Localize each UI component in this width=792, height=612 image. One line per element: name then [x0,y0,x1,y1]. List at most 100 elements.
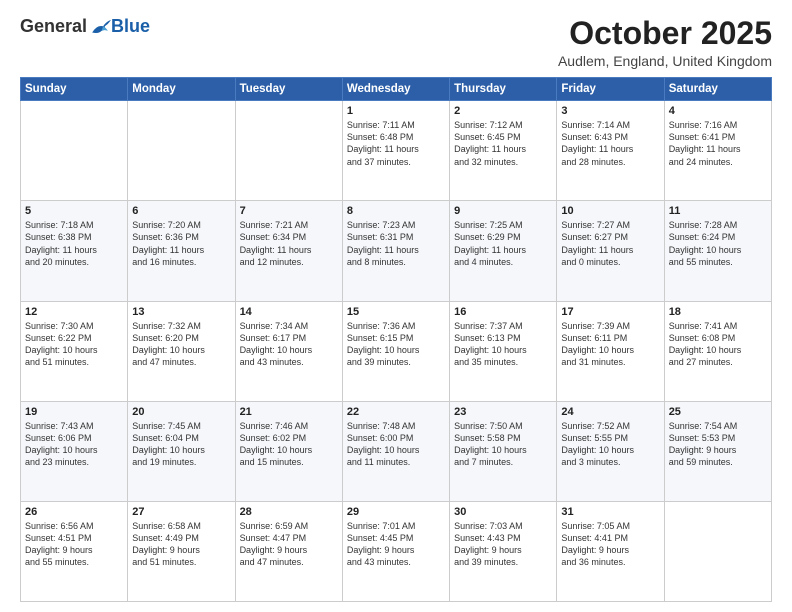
day-number: 21 [240,406,338,418]
cell-info: Sunrise: 7:20 AM Sunset: 6:36 PM Dayligh… [132,219,230,268]
calendar-cell: 16 Sunrise: 7:37 AM Sunset: 6:13 PM Dayli… [450,301,557,401]
day-number: 22 [347,406,445,418]
calendar-week-1: 1Sunrise: 7:11 AM Sunset: 6:48 PM Daylig… [21,101,772,201]
logo-general: General [20,16,87,37]
calendar-cell: 19 Sunrise: 7:43 AM Sunset: 6:06 PM Dayli… [21,401,128,501]
cell-info: Sunrise: 7:48 AM Sunset: 6:00 PM Dayligh… [347,420,445,469]
cell-info: Sunrise: 7:16 AM Sunset: 6:41 PM Dayligh… [669,119,767,168]
logo-blue: Blue [111,16,150,37]
day-number: 6 [132,205,230,217]
day-number: 28 [240,506,338,518]
location: Audlem, England, United Kingdom [558,53,772,69]
calendar-cell: 10Sunrise: 7:27 AM Sunset: 6:27 PM Dayli… [557,201,664,301]
col-header-sunday: Sunday [21,78,128,101]
calendar-cell: 5 Sunrise: 7:18 AM Sunset: 6:38 PM Daylig… [21,201,128,301]
calendar-cell: 18 Sunrise: 7:41 AM Sunset: 6:08 PM Dayli… [664,301,771,401]
calendar-cell [235,101,342,201]
cell-info: Sunrise: 7:37 AM Sunset: 6:13 PM Dayligh… [454,320,552,369]
cell-info: Sunrise: 7:41 AM Sunset: 6:08 PM Dayligh… [669,320,767,369]
day-number: 4 [669,105,767,117]
calendar-cell: 26 Sunrise: 6:56 AM Sunset: 4:51 PM Dayli… [21,501,128,601]
day-number: 8 [347,205,445,217]
cell-info: Sunrise: 7:12 AM Sunset: 6:45 PM Dayligh… [454,119,552,168]
day-number: 11 [669,205,767,217]
calendar-header-row: SundayMondayTuesdayWednesdayThursdayFrid… [21,78,772,101]
calendar-week-4: 19 Sunrise: 7:43 AM Sunset: 6:06 PM Dayli… [21,401,772,501]
day-number: 27 [132,506,230,518]
calendar-cell: 15 Sunrise: 7:36 AM Sunset: 6:15 PM Dayli… [342,301,449,401]
col-header-tuesday: Tuesday [235,78,342,101]
calendar-cell: 14 Sunrise: 7:34 AM Sunset: 6:17 PM Dayli… [235,301,342,401]
calendar-cell: 24Sunrise: 7:52 AM Sunset: 5:55 PM Dayli… [557,401,664,501]
calendar-cell: 20 Sunrise: 7:45 AM Sunset: 6:04 PM Dayli… [128,401,235,501]
day-number: 5 [25,205,123,217]
day-number: 31 [561,506,659,518]
col-header-friday: Friday [557,78,664,101]
calendar: SundayMondayTuesdayWednesdayThursdayFrid… [20,77,772,602]
col-header-monday: Monday [128,78,235,101]
day-number: 2 [454,105,552,117]
calendar-cell: 2 Sunrise: 7:12 AM Sunset: 6:45 PM Daylig… [450,101,557,201]
calendar-week-5: 26 Sunrise: 6:56 AM Sunset: 4:51 PM Dayli… [21,501,772,601]
month-title: October 2025 [558,16,772,51]
cell-info: Sunrise: 6:56 AM Sunset: 4:51 PM Dayligh… [25,520,123,569]
calendar-cell: 13 Sunrise: 7:32 AM Sunset: 6:20 PM Dayli… [128,301,235,401]
calendar-cell: 28 Sunrise: 6:59 AM Sunset: 4:47 PM Dayli… [235,501,342,601]
cell-info: Sunrise: 7:45 AM Sunset: 6:04 PM Dayligh… [132,420,230,469]
cell-info: Sunrise: 7:36 AM Sunset: 6:15 PM Dayligh… [347,320,445,369]
calendar-cell [664,501,771,601]
cell-info: Sunrise: 7:34 AM Sunset: 6:17 PM Dayligh… [240,320,338,369]
calendar-cell: 3Sunrise: 7:14 AM Sunset: 6:43 PM Daylig… [557,101,664,201]
calendar-cell: 31Sunrise: 7:05 AM Sunset: 4:41 PM Dayli… [557,501,664,601]
calendar-cell: 11Sunrise: 7:28 AM Sunset: 6:24 PM Dayli… [664,201,771,301]
calendar-cell: 30Sunrise: 7:03 AM Sunset: 4:43 PM Dayli… [450,501,557,601]
day-number: 14 [240,306,338,318]
cell-info: Sunrise: 7:21 AM Sunset: 6:34 PM Dayligh… [240,219,338,268]
calendar-cell: 23 Sunrise: 7:50 AM Sunset: 5:58 PM Dayli… [450,401,557,501]
cell-info: Sunrise: 7:01 AM Sunset: 4:45 PM Dayligh… [347,520,445,569]
cell-info: Sunrise: 7:46 AM Sunset: 6:02 PM Dayligh… [240,420,338,469]
cell-info: Sunrise: 7:18 AM Sunset: 6:38 PM Dayligh… [25,219,123,268]
cell-info: Sunrise: 7:39 AM Sunset: 6:11 PM Dayligh… [561,320,659,369]
calendar-cell: 12Sunrise: 7:30 AM Sunset: 6:22 PM Dayli… [21,301,128,401]
day-number: 3 [561,105,659,117]
cell-info: Sunrise: 7:32 AM Sunset: 6:20 PM Dayligh… [132,320,230,369]
header: General Blue October 2025 Audlem, Englan… [20,16,772,69]
col-header-saturday: Saturday [664,78,771,101]
day-number: 16 [454,306,552,318]
calendar-cell: 17 Sunrise: 7:39 AM Sunset: 6:11 PM Dayli… [557,301,664,401]
day-number: 1 [347,105,445,117]
calendar-cell: 9Sunrise: 7:25 AM Sunset: 6:29 PM Daylig… [450,201,557,301]
day-number: 25 [669,406,767,418]
cell-info: Sunrise: 6:59 AM Sunset: 4:47 PM Dayligh… [240,520,338,569]
calendar-week-3: 12Sunrise: 7:30 AM Sunset: 6:22 PM Dayli… [21,301,772,401]
day-number: 7 [240,205,338,217]
logo-bird-icon [89,18,111,36]
day-number: 23 [454,406,552,418]
day-number: 18 [669,306,767,318]
day-number: 17 [561,306,659,318]
title-block: October 2025 Audlem, England, United Kin… [558,16,772,69]
day-number: 19 [25,406,123,418]
cell-info: Sunrise: 7:43 AM Sunset: 6:06 PM Dayligh… [25,420,123,469]
calendar-cell: 1Sunrise: 7:11 AM Sunset: 6:48 PM Daylig… [342,101,449,201]
cell-info: Sunrise: 7:50 AM Sunset: 5:58 PM Dayligh… [454,420,552,469]
day-number: 15 [347,306,445,318]
calendar-cell: 29Sunrise: 7:01 AM Sunset: 4:45 PM Dayli… [342,501,449,601]
day-number: 13 [132,306,230,318]
col-header-wednesday: Wednesday [342,78,449,101]
day-number: 12 [25,306,123,318]
cell-info: Sunrise: 7:23 AM Sunset: 6:31 PM Dayligh… [347,219,445,268]
calendar-cell: 6 Sunrise: 7:20 AM Sunset: 6:36 PM Daylig… [128,201,235,301]
day-number: 30 [454,506,552,518]
logo-text: General Blue [20,16,150,37]
calendar-cell: 8 Sunrise: 7:23 AM Sunset: 6:31 PM Daylig… [342,201,449,301]
cell-info: Sunrise: 7:25 AM Sunset: 6:29 PM Dayligh… [454,219,552,268]
calendar-cell: 4 Sunrise: 7:16 AM Sunset: 6:41 PM Daylig… [664,101,771,201]
day-number: 26 [25,506,123,518]
cell-info: Sunrise: 7:52 AM Sunset: 5:55 PM Dayligh… [561,420,659,469]
day-number: 10 [561,205,659,217]
day-number: 20 [132,406,230,418]
logo: General Blue [20,16,150,37]
calendar-cell: 22 Sunrise: 7:48 AM Sunset: 6:00 PM Dayli… [342,401,449,501]
